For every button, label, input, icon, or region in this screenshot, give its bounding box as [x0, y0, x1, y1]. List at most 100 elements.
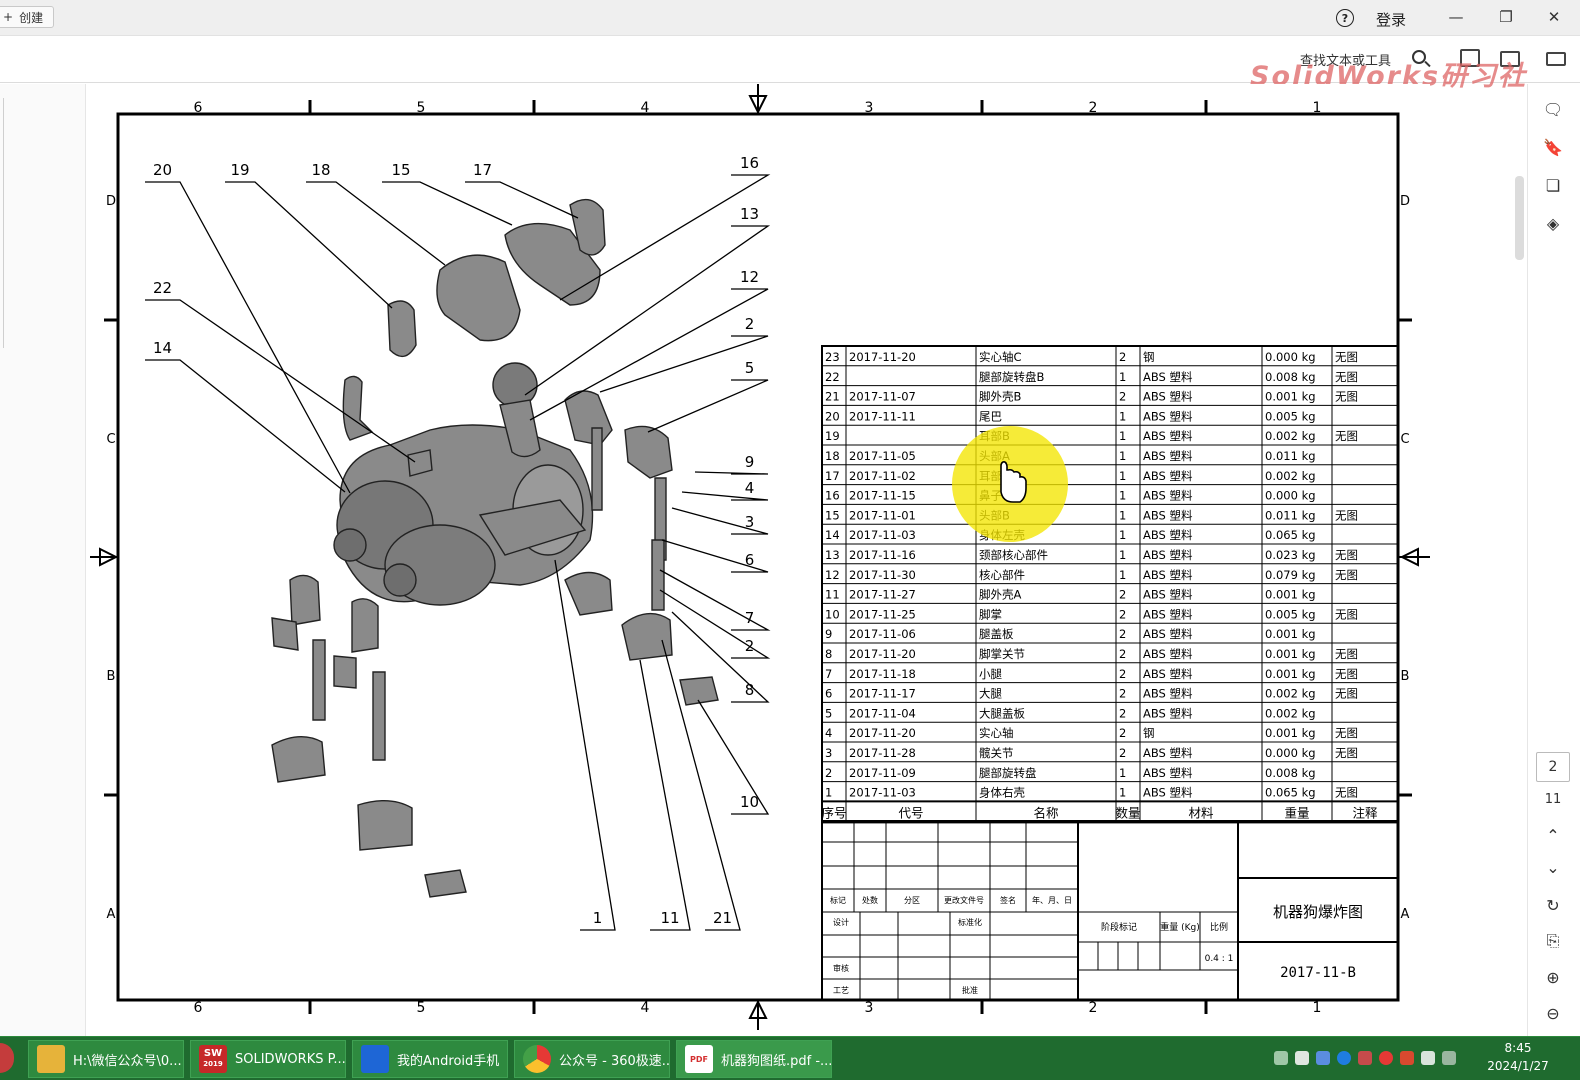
bom-cell: 2017-11-18 [849, 667, 916, 681]
zone-label-right: A [1401, 907, 1410, 922]
thigh-right [591, 427, 603, 511]
panel-splitter[interactable] [0, 98, 4, 348]
bom-cell: 2017-11-30 [849, 568, 916, 582]
balloon-number: 19 [230, 161, 249, 179]
bom-cell: 1 [1119, 766, 1126, 780]
keyboard-icon[interactable] [1274, 1051, 1288, 1065]
bom-cell: 腿盖板 [979, 627, 1014, 641]
border-line [116, 112, 1400, 1002]
email-icon[interactable] [1546, 52, 1566, 66]
bom-cell: 无图 [1335, 370, 1358, 384]
bom-cell: 2017-11-20 [849, 726, 916, 740]
question-circle-icon[interactable]: ? [1336, 9, 1354, 27]
close-icon[interactable]: ✕ [1542, 6, 1566, 28]
zone-label-right: B [1401, 669, 1410, 684]
bom-cell: 8 [825, 647, 832, 661]
bom-cell: 0.000 kg [1265, 746, 1316, 760]
leg-rotation-disc [624, 425, 673, 479]
bom-cell: 2017-11-04 [849, 706, 916, 720]
system-clock[interactable]: 8:45 2024/1/27 [1480, 1039, 1556, 1075]
bom-cell: ABS 塑料 [1143, 647, 1193, 661]
bom-cell: 2 [1119, 627, 1126, 641]
vertical-scrollbar[interactable] [1512, 84, 1526, 1036]
balloon-number: 8 [745, 681, 755, 699]
bom-cell: 2017-11-03 [849, 528, 916, 542]
bom-cell: 腿部旋转盘 [979, 766, 1037, 780]
balloon-number: 9 [745, 453, 755, 471]
minimize-icon[interactable]: — [1444, 6, 1468, 28]
login-button[interactable]: 登录 [1376, 9, 1406, 30]
layers-icon[interactable]: ◈ [1541, 212, 1565, 234]
restore-icon[interactable]: ❐ [1494, 6, 1518, 28]
balloon-number: 12 [740, 268, 759, 286]
bom-cell: ABS 塑料 [1143, 786, 1193, 800]
foot-shell-b [621, 612, 673, 661]
bom-cell: 1 [1119, 429, 1126, 443]
wifi-icon[interactable] [1316, 1051, 1330, 1065]
bom-cell: 1 [1119, 449, 1126, 463]
foot-shell-a [564, 571, 613, 616]
bom-cell: 脚掌关节 [979, 647, 1025, 661]
taskbar-item-pdf[interactable]: PDF 机器狗图纸.pdf -... [676, 1040, 832, 1078]
volume-icon[interactable] [1421, 1051, 1435, 1065]
bom-cell: 1 [1119, 508, 1126, 522]
network-icon[interactable] [1295, 1051, 1309, 1065]
comment-icon[interactable]: 🗨 [1541, 98, 1565, 120]
zone-label-top: 5 [417, 100, 426, 116]
bom-cell: 0.023 kg [1265, 548, 1316, 562]
bom-cell: ABS 塑料 [1143, 370, 1193, 384]
bom-header: 重量 [1284, 805, 1309, 820]
bom-cell: 髋关节 [979, 746, 1014, 760]
zoom-out-icon[interactable]: ⊖ [1541, 1002, 1565, 1024]
bom-cell: 5 [825, 706, 832, 720]
taskbar-item-browser[interactable]: 公众号 - 360极速... [514, 1040, 670, 1078]
chevron-up-icon[interactable]: ⌃ [1541, 824, 1565, 846]
bom-cell: 13 [825, 548, 840, 562]
record-icon[interactable] [1379, 1051, 1393, 1065]
start-button[interactable] [0, 1043, 14, 1073]
bom-header: 代号 [898, 805, 923, 820]
leader-line [145, 299, 416, 463]
bookmark-icon[interactable]: 🔖 [1541, 136, 1565, 158]
bom-cell: ABS 塑料 [1143, 409, 1193, 423]
taskbar-item-explorer[interactable]: H:\微信公众号\0... [28, 1040, 184, 1078]
chevron-down-icon[interactable]: ⌄ [1541, 856, 1565, 878]
bom-cell: 2 [1119, 647, 1126, 661]
scrollbar-thumb[interactable] [1515, 176, 1524, 260]
bom-cell: 0.065 kg [1265, 528, 1316, 542]
bom-cell: 无图 [1335, 607, 1358, 621]
chat-icon[interactable] [1358, 1051, 1372, 1065]
taskbar-item-solidworks[interactable]: SW 2019 SOLIDWORKS P... [190, 1040, 346, 1078]
pages-icon[interactable]: ❏ [1541, 174, 1565, 196]
document-viewport[interactable]: 665544332211DDCCBBAA 20 19 18 15 17 16 13 12 22 1… [87, 84, 1430, 1036]
bom-cell: 2017-11-16 [849, 548, 916, 562]
balloon-number: 2 [745, 315, 755, 333]
balloon-number: 16 [740, 154, 759, 172]
app-tray-icon[interactable] [1337, 1051, 1351, 1065]
security-icon[interactable] [1400, 1051, 1414, 1065]
zoom-in-icon[interactable]: ⊕ [1541, 966, 1565, 988]
taskbar-item-android[interactable]: 我的Android手机 [352, 1040, 508, 1078]
zone-label-right: C [1400, 432, 1409, 447]
bom-cell: 16 [825, 489, 840, 503]
export-icon[interactable]: ⎘ [1541, 930, 1565, 952]
bill-of-materials: 23 2017-11-20 实心轴C 2 钢 0.000 kg 无图22 腿部旋转盘B 1 ABS… [821, 345, 1399, 824]
tb-review-label: 审核 [833, 963, 849, 973]
input-method-icon[interactable] [1442, 1051, 1456, 1065]
tb-scale-label: 比例 [1210, 921, 1228, 933]
bom-cell: 2017-11-17 [849, 687, 916, 701]
current-page-input[interactable]: 2 [1536, 752, 1570, 782]
create-button[interactable]: + 创建 [0, 6, 54, 28]
balloon-number: 13 [740, 205, 759, 223]
tb-sign-header: 年、月、日 [1032, 895, 1072, 905]
solidworks-icon: SW 2019 [199, 1045, 227, 1073]
balloon-number: 11 [660, 909, 679, 927]
folder-icon [37, 1045, 65, 1073]
bom-cell: 17 [825, 469, 840, 483]
bom-cell: 脚掌 [979, 607, 1002, 621]
centering-mark-left [90, 547, 119, 567]
bom-cell: 钢 [1143, 726, 1155, 740]
bom-cell: 0.000 kg [1265, 489, 1316, 503]
bom-cell: ABS 塑料 [1143, 429, 1193, 443]
rotate-icon[interactable]: ↻ [1541, 894, 1565, 916]
